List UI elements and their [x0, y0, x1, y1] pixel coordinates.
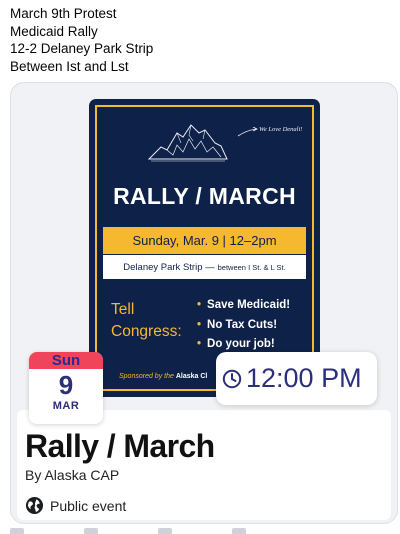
calendar-badge: Sun 9 MAR — [29, 352, 103, 424]
event-title[interactable]: Rally / March — [25, 428, 215, 465]
event-privacy-label: Public event — [50, 497, 127, 514]
post-line: March 9th Protest — [10, 6, 117, 21]
flyer-sponsor: Sponsored by the Alaska Cl — [119, 373, 207, 380]
flyer-demand: Save Medicaid! — [197, 296, 290, 316]
action-stub — [84, 528, 98, 534]
flyer-tell-line: Tell — [111, 301, 135, 318]
event-privacy: Public event — [25, 496, 126, 515]
bottom-action-strip — [0, 528, 400, 534]
mountain-icon — [147, 124, 228, 162]
action-stub — [232, 528, 246, 534]
action-stub — [158, 528, 172, 534]
calendar-day: 9 — [58, 370, 74, 400]
flyer-date-band: Sunday, Mar. 9 | 12–2pm — [103, 227, 306, 254]
flyer-tell-congress: Tell Congress: — [111, 299, 182, 343]
action-stub — [10, 528, 24, 534]
flyer-demand: No Tax Cuts! — [197, 316, 290, 336]
event-time: 12:00 PM — [246, 363, 362, 393]
flyer-demands: Save Medicaid! No Tax Cuts! Do your job! — [197, 296, 290, 355]
globe-icon — [25, 496, 44, 515]
flyer-title: RALLY / MARCH — [113, 183, 296, 209]
event-host[interactable]: By Alaska CAP — [25, 467, 119, 483]
flyer-tagline: We Love Denali! — [259, 126, 303, 133]
event-card[interactable]: We Love Denali! RALLY / MARCH Sunday, Ma… — [10, 82, 398, 524]
flyer-place-detail: between I St. & L St. — [217, 262, 286, 272]
flyer-place: Delaney Park Strip — — [123, 261, 215, 273]
flyer-place-band: Delaney Park Strip — between I St. & L S… — [103, 255, 306, 279]
post-line: Between Ist and Lst — [10, 58, 129, 74]
calendar-month: MAR — [52, 400, 80, 412]
arrow-icon — [237, 127, 258, 137]
post-line: Medicaid Rally — [10, 23, 98, 39]
post-text: March 9th Protest Medicaid Rally 12-2 De… — [10, 5, 390, 75]
truncated-header — [10, 0, 310, 1]
sponsor-name: Alaska Cl — [175, 373, 208, 380]
calendar-weekday: Sun — [29, 352, 103, 369]
flyer-tell-line: Congress: — [111, 323, 182, 340]
event-time-chip: 12:00 PM — [216, 352, 377, 405]
post-line: 12-2 Delaney Park Strip — [10, 41, 154, 56]
sponsor-prefix: Sponsored by the — [119, 373, 174, 380]
clock-icon — [222, 369, 242, 388]
